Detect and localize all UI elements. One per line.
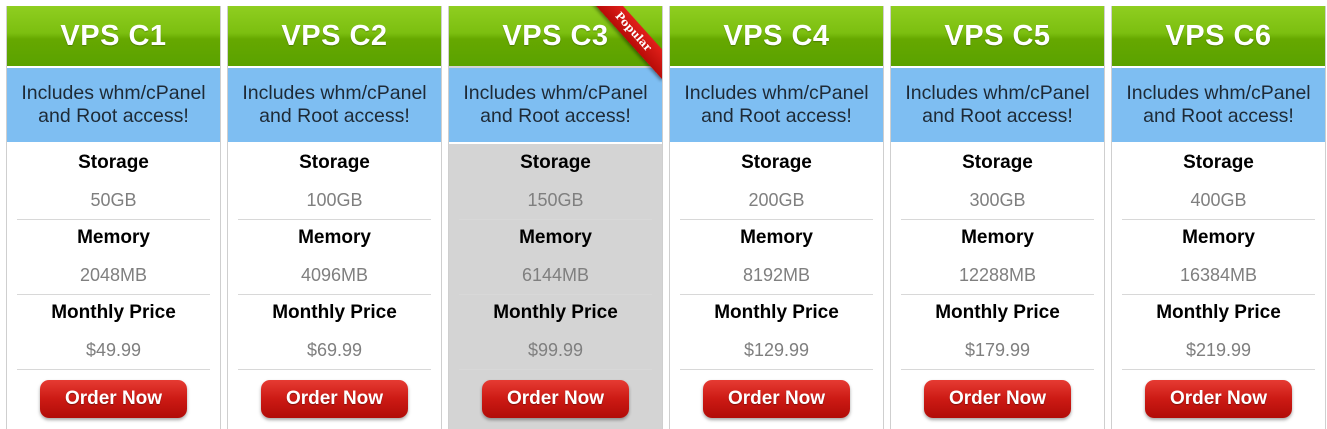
banner-line: Includes whm/cPanel — [242, 82, 427, 104]
order-button-wrap: Order Now — [7, 380, 220, 418]
memory-label: Memory — [77, 227, 150, 248]
memory-label: Memory — [519, 227, 592, 248]
order-button-wrap: Order Now — [1112, 380, 1325, 418]
storage-value: 400GB — [1122, 181, 1315, 220]
banner-line: and Root access! — [259, 105, 410, 127]
memory-value: 8192MB — [680, 256, 873, 295]
popular-ribbon: Popular — [587, 6, 662, 86]
memory-value: 16384MB — [1122, 256, 1315, 295]
plan-title: VPS C1 — [7, 6, 220, 66]
order-now-button[interactable]: Order Now — [482, 380, 629, 418]
order-now-button[interactable]: Order Now — [703, 380, 850, 418]
plan-includes-banner: Includes whm/cPanel and Root access! — [228, 68, 441, 144]
plan-title: VPS C6 — [1112, 6, 1325, 66]
banner-line: Includes whm/cPanel — [684, 82, 869, 104]
storage-label: Storage — [741, 152, 812, 173]
banner-line: and Root access! — [1143, 105, 1294, 127]
price-label: Monthly Price — [272, 302, 397, 323]
plan-column-c2: VPS C2 Includes whm/cPanel and Root acce… — [227, 6, 442, 429]
memory-value: 12288MB — [901, 256, 1094, 295]
storage-value: 50GB — [17, 181, 210, 220]
price-label: Monthly Price — [51, 302, 176, 323]
order-now-button[interactable]: Order Now — [261, 380, 408, 418]
popular-ribbon-label: Popular — [588, 6, 662, 80]
order-now-button[interactable]: Order Now — [40, 380, 187, 418]
plan-title: VPS C5 — [891, 6, 1104, 66]
storage-value: 200GB — [680, 181, 873, 220]
memory-value: 2048MB — [17, 256, 210, 295]
order-button-wrap: Order Now — [228, 380, 441, 418]
banner-line: Includes whm/cPanel — [21, 82, 206, 104]
memory-label: Memory — [740, 227, 813, 248]
price-value: $49.99 — [17, 331, 210, 370]
order-button-wrap: Order Now — [670, 380, 883, 418]
storage-value: 300GB — [901, 181, 1094, 220]
order-now-button[interactable]: Order Now — [1145, 380, 1292, 418]
price-value: $179.99 — [901, 331, 1094, 370]
plan-column-c5: VPS C5 Includes whm/cPanel and Root acce… — [890, 6, 1105, 429]
price-label: Monthly Price — [714, 302, 839, 323]
memory-label: Memory — [961, 227, 1034, 248]
order-button-wrap: Order Now — [449, 380, 662, 418]
order-button-wrap: Order Now — [891, 380, 1104, 418]
banner-line: and Root access! — [701, 105, 852, 127]
banner-line: and Root access! — [480, 105, 631, 127]
banner-line: Includes whm/cPanel — [905, 82, 1090, 104]
storage-label: Storage — [520, 152, 591, 173]
price-label: Monthly Price — [493, 302, 618, 323]
plan-column-c3: Popular VPS C3 Includes whm/cPanel and R… — [448, 6, 663, 429]
storage-label: Storage — [78, 152, 149, 173]
plan-includes-banner: Includes whm/cPanel and Root access! — [1112, 68, 1325, 144]
memory-label: Memory — [298, 227, 371, 248]
memory-label: Memory — [1182, 227, 1255, 248]
storage-value: 100GB — [238, 181, 431, 220]
plan-title: VPS C2 — [228, 6, 441, 66]
banner-line: and Root access! — [38, 105, 189, 127]
banner-line: Includes whm/cPanel — [1126, 82, 1311, 104]
plan-column-c1: VPS C1 Includes whm/cPanel and Root acce… — [6, 6, 221, 429]
price-value: $99.99 — [459, 331, 652, 370]
storage-label: Storage — [1183, 152, 1254, 173]
memory-value: 4096MB — [238, 256, 431, 295]
plan-column-c4: VPS C4 Includes whm/cPanel and Root acce… — [669, 6, 884, 429]
plan-includes-banner: Includes whm/cPanel and Root access! — [891, 68, 1104, 144]
price-value: $129.99 — [680, 331, 873, 370]
plan-includes-banner: Includes whm/cPanel and Root access! — [670, 68, 883, 144]
pricing-table: VPS C1 Includes whm/cPanel and Root acce… — [0, 0, 1327, 429]
banner-line: and Root access! — [922, 105, 1073, 127]
storage-label: Storage — [962, 152, 1033, 173]
storage-label: Storage — [299, 152, 370, 173]
memory-value: 6144MB — [459, 256, 652, 295]
plan-title: VPS C4 — [670, 6, 883, 66]
plan-column-c6: VPS C6 Includes whm/cPanel and Root acce… — [1111, 6, 1326, 429]
price-value: $219.99 — [1122, 331, 1315, 370]
storage-value: 150GB — [459, 181, 652, 220]
order-now-button[interactable]: Order Now — [924, 380, 1071, 418]
price-value: $69.99 — [238, 331, 431, 370]
price-label: Monthly Price — [935, 302, 1060, 323]
price-label: Monthly Price — [1156, 302, 1281, 323]
plan-includes-banner: Includes whm/cPanel and Root access! — [7, 68, 220, 144]
